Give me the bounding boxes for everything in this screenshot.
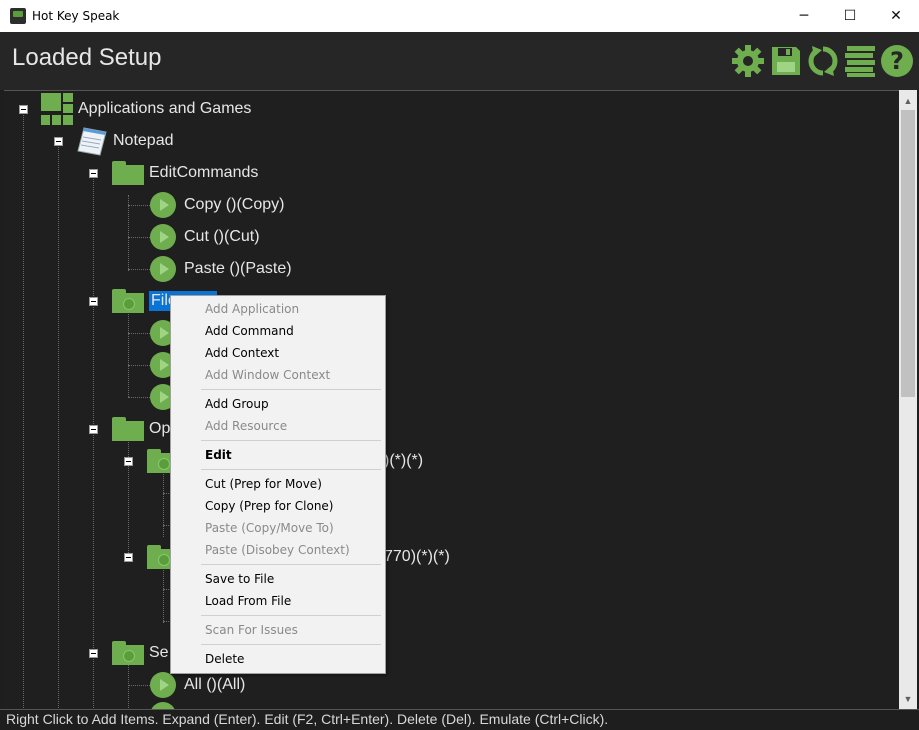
- notepad-icon: [77, 127, 107, 156]
- collapse-toggle[interactable]: [124, 553, 133, 562]
- tree-node-op[interactable]: Op: [112, 414, 170, 444]
- menu-separator: [201, 564, 381, 565]
- menu-item-edit[interactable]: Edit: [205, 448, 232, 462]
- collapse-toggle[interactable]: [89, 297, 98, 306]
- menu-item-add-application[interactable]: Add Application: [205, 302, 299, 316]
- menu-item-save-to-file[interactable]: Save to File: [205, 572, 274, 586]
- page-title: Loaded Setup: [12, 44, 162, 71]
- menu-item-add-context[interactable]: Add Context: [205, 346, 279, 360]
- menu-separator: [201, 615, 381, 616]
- tree-connector: [128, 435, 129, 561]
- collapse-toggle[interactable]: [124, 457, 133, 466]
- tree-node-editcommands[interactable]: EditCommands: [112, 158, 258, 188]
- close-button[interactable]: ✕: [873, 0, 919, 32]
- play-icon: [150, 256, 176, 282]
- tree-connector: [128, 307, 129, 397]
- folder-icon: [112, 161, 144, 185]
- play-icon: [150, 192, 176, 218]
- folder-icon: [112, 417, 144, 441]
- tree-connector: [163, 467, 164, 537]
- status-bar: Right Click to Add Items. Expand (Enter)…: [0, 709, 919, 730]
- tree-node-label: Applications and Games: [78, 100, 252, 117]
- menu-item-add-command[interactable]: Add Command: [205, 324, 294, 338]
- tree-node-paste[interactable]: Paste ()(Paste): [150, 254, 292, 284]
- tree-node-label: Se: [149, 644, 169, 661]
- app-icon: [10, 8, 26, 24]
- collapse-toggle[interactable]: [89, 169, 98, 178]
- menu-item-paste-disobey[interactable]: Paste (Disobey Context): [205, 543, 350, 557]
- tree-connector: [128, 685, 150, 686]
- tree-connector: [128, 195, 129, 271]
- tree-node-label: Notepad: [113, 132, 174, 149]
- menu-item-copy[interactable]: Copy (Prep for Clone): [205, 499, 333, 513]
- tree-connector: [58, 147, 59, 710]
- collapse-toggle[interactable]: [89, 649, 98, 658]
- applications-grid-icon: [41, 93, 73, 125]
- menu-separator: [201, 644, 381, 645]
- tree-node-applications-and-games[interactable]: Applications and Games: [41, 93, 252, 125]
- tree-connector: [128, 269, 150, 270]
- tree-node-copy[interactable]: Copy ()(Copy): [150, 190, 284, 220]
- menu-item-add-window-context[interactable]: Add Window Context: [205, 368, 330, 382]
- scroll-down-icon[interactable]: ▼: [899, 690, 917, 707]
- tree-connector: [93, 179, 94, 710]
- tree-node-all[interactable]: All ()(All): [150, 670, 245, 700]
- header-bar: Loaded Setup ?: [0, 32, 919, 90]
- maximize-button[interactable]: ☐: [827, 0, 873, 32]
- status-text: Right Click to Add Items. Expand (Enter)…: [6, 711, 609, 727]
- menu-separator: [201, 469, 381, 470]
- menu-item-add-group[interactable]: Add Group: [205, 397, 269, 411]
- tree-connector: [128, 237, 150, 238]
- tree-node-label: Copy ()(Copy): [184, 196, 285, 213]
- list-icon[interactable]: [843, 44, 877, 78]
- play-icon: [150, 672, 176, 698]
- tree-node-label: Paste ()(Paste): [184, 260, 292, 277]
- collapse-toggle[interactable]: [19, 105, 28, 114]
- refresh-icon[interactable]: [806, 44, 840, 78]
- tree-node-label: 770)(*)(*): [384, 548, 450, 565]
- scroll-up-icon[interactable]: ▲: [899, 92, 917, 109]
- menu-separator: [201, 389, 381, 390]
- svg-text:?: ?: [890, 47, 904, 75]
- collapse-toggle[interactable]: [89, 425, 98, 434]
- tree-node-label: EditCommands: [149, 164, 259, 181]
- menu-item-delete[interactable]: Delete: [205, 652, 244, 666]
- menu-item-cut[interactable]: Cut (Prep for Move): [205, 477, 322, 491]
- save-icon[interactable]: [769, 44, 803, 78]
- setup-tree[interactable]: Applications and Games Notepad EditComma…: [4, 90, 899, 710]
- menu-item-load-from-file[interactable]: Load From File: [205, 594, 291, 608]
- context-menu: Add Application Add Command Add Context …: [170, 295, 386, 674]
- scroll-thumb[interactable]: [901, 110, 915, 397]
- tree-node-label: Op: [149, 420, 171, 437]
- menu-item-scan-for-issues[interactable]: Scan For Issues: [205, 623, 298, 637]
- tree-connector: [128, 205, 150, 206]
- window-title: Hot Key Speak: [32, 9, 120, 23]
- tree-node-label: Cut ()(Cut): [184, 228, 260, 245]
- tree-connector: [128, 397, 150, 398]
- window-titlebar: Hot Key Speak ─ ☐ ✕: [0, 0, 919, 32]
- tree-connector: [163, 563, 164, 623]
- menu-item-paste-copy-move[interactable]: Paste (Copy/Move To): [205, 521, 334, 535]
- menu-item-add-resource[interactable]: Add Resource: [205, 419, 287, 433]
- vertical-scrollbar[interactable]: ▲ ▼: [899, 90, 917, 709]
- tree-connector: [128, 365, 150, 366]
- menu-separator: [201, 440, 381, 441]
- tree-connector: [23, 115, 24, 710]
- tree-node-cut[interactable]: Cut ()(Cut): [150, 222, 260, 252]
- tree-node-se[interactable]: Se: [112, 638, 169, 668]
- collapse-toggle[interactable]: [54, 137, 63, 146]
- help-icon[interactable]: ?: [880, 44, 914, 78]
- minimize-button[interactable]: ─: [781, 0, 827, 32]
- tree-node-notepad[interactable]: Notepad: [76, 126, 174, 156]
- gear-icon[interactable]: [731, 44, 765, 78]
- tree-connector: [128, 333, 150, 334]
- tree-node-label: All ()(All): [184, 676, 246, 693]
- folder-play-icon: [112, 641, 144, 665]
- play-icon: [150, 224, 176, 250]
- tree-node-label: )(*)(*): [384, 452, 424, 469]
- folder-play-icon: [112, 289, 144, 313]
